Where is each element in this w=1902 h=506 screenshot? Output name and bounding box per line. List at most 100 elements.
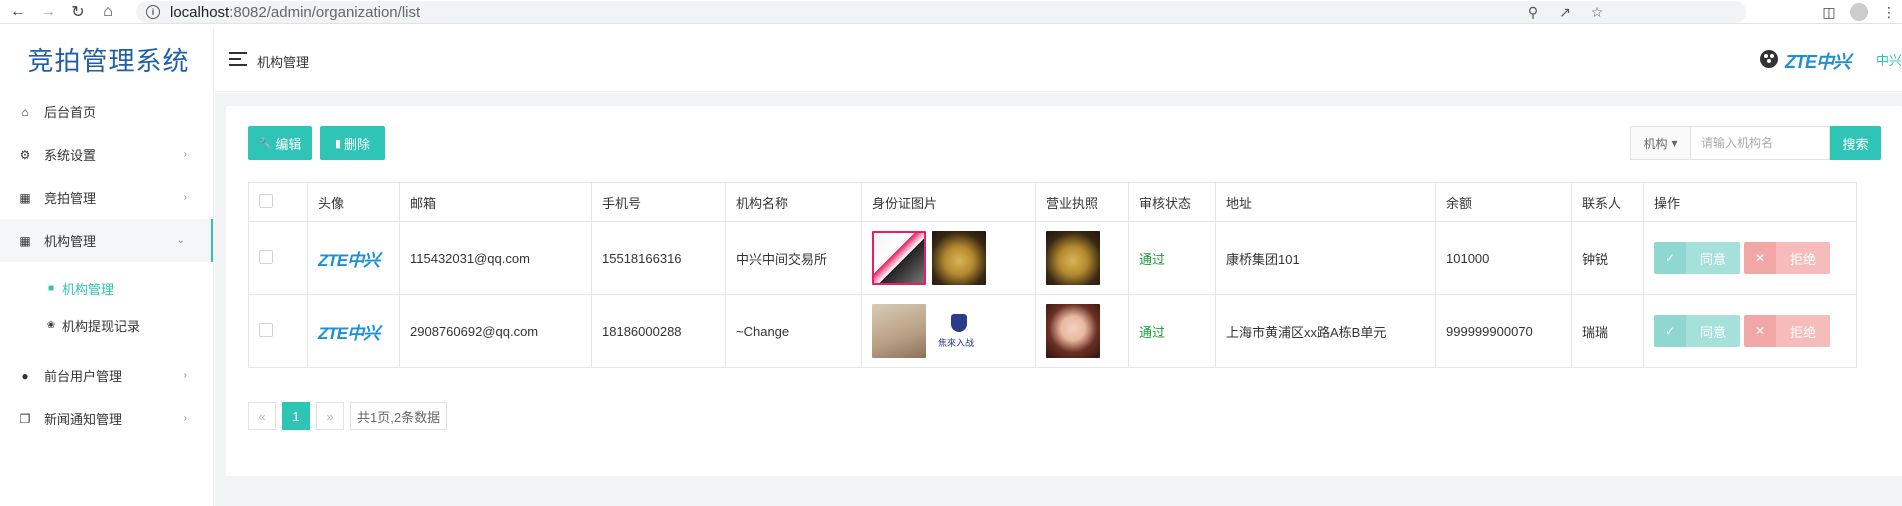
organization-submenu: ■ 机构管理 ❀ 机构提现记录	[0, 262, 213, 354]
top-header: 机构管理 ZTE中兴 中兴	[215, 28, 1902, 92]
business-license-image[interactable]	[1046, 304, 1100, 358]
delete-button[interactable]: ▮ 删除	[320, 126, 385, 160]
id-images-cell	[861, 221, 1036, 295]
nodes-icon: ▦	[19, 190, 31, 205]
close-icon: ✕	[1744, 315, 1776, 347]
select-all-checkbox[interactable]	[259, 193, 273, 208]
pagination: « 1 » 共1页,2条数据	[248, 402, 448, 430]
sidebar-subitem-label: 机构提现记录	[62, 319, 141, 334]
sidebar-item-label: 竞拍管理	[44, 191, 97, 206]
search-button[interactable]: 搜索	[1830, 126, 1881, 160]
status-cell: 通过	[1128, 221, 1216, 295]
app-logo[interactable]: 竞拍管理系统	[0, 28, 213, 90]
url-path: :8082/admin/organization/list	[229, 3, 421, 21]
sidebar-menu-lower: ● 前台用户管理 › ❐ 新闻通知管理 ›	[0, 354, 213, 440]
side-panel-icon[interactable]: ◫	[1820, 3, 1838, 21]
status-badge: 通过	[1139, 324, 1166, 340]
gear-icon: ⚙	[19, 147, 31, 162]
org-name-cell: 中兴中间交易所	[725, 221, 862, 295]
id-card-image[interactable]	[872, 231, 926, 285]
palette-icon[interactable]	[1760, 50, 1778, 68]
bookmark-star-icon[interactable]: ☆	[1588, 3, 1606, 21]
actions-cell: ✓ 同意 ✕ 拒绝	[1643, 294, 1857, 368]
back-icon[interactable]: ←	[6, 0, 30, 24]
home-nav-icon[interactable]: ⌂	[96, 0, 120, 24]
sidebar-item-organization[interactable]: ▦ 机构管理 ⌄	[0, 219, 213, 262]
reject-button[interactable]: ✕ 拒绝	[1744, 242, 1830, 274]
column-header: 营业执照	[1035, 182, 1129, 222]
search-input[interactable]	[1690, 126, 1830, 160]
balance-cell: 101000	[1435, 221, 1572, 295]
square-bullet-icon: ■	[47, 283, 55, 294]
column-header: 地址	[1215, 182, 1436, 222]
column-header: 身份证图片	[861, 182, 1036, 222]
sidebar-item-label: 机构管理	[44, 234, 97, 249]
profile-avatar-icon[interactable]	[1850, 3, 1868, 21]
sidebar-item-frontend-users[interactable]: ● 前台用户管理 ›	[0, 354, 213, 397]
row-checkbox[interactable]	[259, 322, 273, 337]
search-field-select[interactable]: 机构 ▾	[1630, 126, 1690, 160]
browser-menu-icon[interactable]: ⋮	[1880, 3, 1898, 21]
column-header: 手机号	[591, 182, 726, 222]
avatar-cell: ZTE中兴	[307, 294, 400, 368]
agree-button[interactable]: ✓ 同意	[1654, 242, 1740, 274]
check-circle-icon: ✓	[1654, 242, 1686, 274]
select-all-cell	[248, 182, 308, 222]
sidebar-item-system-settings[interactable]: ⚙ 系统设置 ›	[0, 133, 213, 176]
status-badge: 通过	[1139, 251, 1166, 267]
forward-icon[interactable]: →	[36, 0, 60, 24]
site-info-icon[interactable]: i	[146, 5, 160, 19]
agree-button-label: 同意	[1686, 315, 1740, 347]
chevron-down-icon: ⌄	[176, 235, 185, 246]
org-name-cell: ~Change	[725, 294, 862, 368]
column-header: 余额	[1435, 182, 1572, 222]
prev-page-button[interactable]: «	[248, 402, 276, 430]
sidebar: 竞拍管理系统 ⌂ 后台首页 ⚙ 系统设置 › ▦ 竞拍管理 › ▦ 机构管理 ⌄…	[0, 28, 214, 506]
column-header: 审核状态	[1128, 182, 1216, 222]
menu-toggle-icon[interactable]	[229, 52, 247, 66]
check-circle-icon: ✓	[1654, 315, 1686, 347]
page-number-button[interactable]: 1	[282, 402, 310, 430]
sidebar-item-auction[interactable]: ▦ 竞拍管理 ›	[0, 176, 213, 219]
row-select-cell	[248, 294, 308, 368]
reload-icon[interactable]: ↻	[66, 0, 90, 24]
id-card-image[interactable]	[932, 304, 986, 358]
bug-icon: ❀	[46, 320, 56, 331]
address-bar[interactable]: i localhost:8082/admin/organization/list…	[136, 1, 1746, 23]
sidebar-item-home[interactable]: ⌂ 后台首页	[0, 90, 213, 133]
business-license-image[interactable]	[1046, 231, 1100, 285]
balance-cell: 999999900070	[1435, 294, 1572, 368]
actions-cell: ✓ 同意 ✕ 拒绝	[1643, 221, 1857, 295]
table-row: ZTE中兴 2908760692@qq.com 18186000288 ~Cha…	[248, 294, 1857, 368]
agree-button[interactable]: ✓ 同意	[1654, 315, 1740, 347]
caret-down-icon: ▾	[1671, 136, 1678, 150]
sidebar-subitem-label: 机构管理	[62, 282, 115, 297]
chevron-right-icon: ›	[183, 149, 187, 160]
next-page-button[interactable]: »	[316, 402, 344, 430]
reject-button[interactable]: ✕ 拒绝	[1744, 315, 1830, 347]
share-icon[interactable]: ↗	[1556, 3, 1574, 21]
zoom-icon[interactable]: ⚲	[1524, 3, 1542, 21]
column-header: 联系人	[1571, 182, 1644, 222]
chevron-right-icon: ›	[183, 413, 187, 424]
sidebar-item-news[interactable]: ❐ 新闻通知管理 ›	[0, 397, 213, 440]
delete-button-label: 删除	[344, 136, 371, 152]
user-avatar[interactable]: ZTE中兴	[1785, 48, 1851, 74]
contact-cell: 钟锐	[1571, 221, 1644, 295]
sidebar-item-label: 系统设置	[44, 148, 97, 163]
contact-cell: 瑞瑞	[1571, 294, 1644, 368]
license-cell	[1035, 221, 1129, 295]
copy-icon: ❐	[19, 411, 31, 426]
edit-button[interactable]: 🔧 编辑	[248, 126, 312, 160]
wrench-icon: 🔧	[258, 137, 273, 150]
column-header: 邮箱	[399, 182, 592, 222]
id-card-image[interactable]	[932, 231, 986, 285]
user-menu[interactable]: 中兴	[1876, 50, 1902, 69]
sidebar-subitem-withdraw-records[interactable]: ❀ 机构提现记录	[0, 307, 213, 344]
address-cell: 上海市黄浦区xx路A栋B单元	[1215, 294, 1436, 368]
license-cell	[1035, 294, 1129, 368]
avatar: ZTE中兴	[318, 250, 380, 270]
id-card-image[interactable]	[872, 304, 926, 358]
row-checkbox[interactable]	[259, 249, 273, 264]
sidebar-subitem-organization-list[interactable]: ■ 机构管理	[0, 270, 213, 307]
